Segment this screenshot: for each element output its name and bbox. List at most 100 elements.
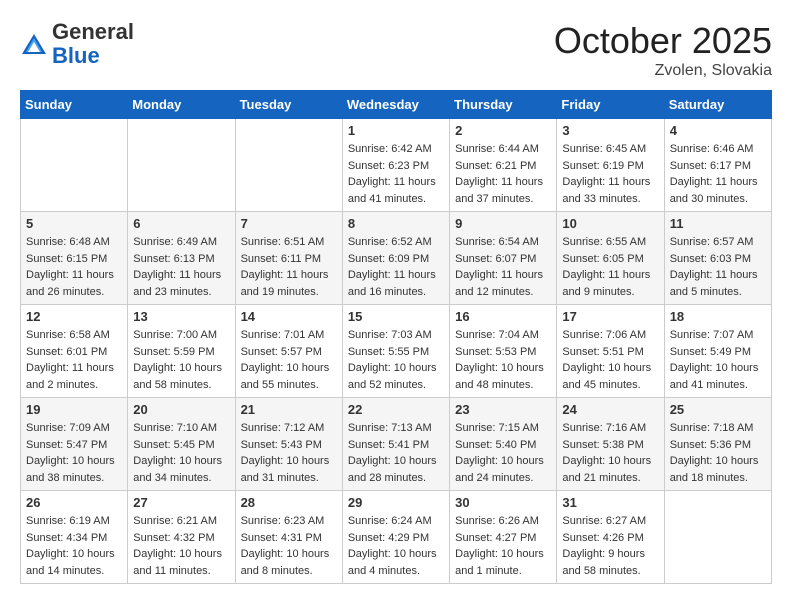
day-cell: 6 Sunrise: 6:49 AM Sunset: 6:13 PM Daylig… — [128, 212, 235, 305]
day-cell: 27 Sunrise: 6:21 AM Sunset: 4:32 PM Dayli… — [128, 491, 235, 584]
day-number: 15 — [348, 309, 444, 324]
day-number: 28 — [241, 495, 337, 510]
logo-general: General — [52, 19, 134, 44]
day-cell: 14 Sunrise: 7:01 AM Sunset: 5:57 PM Dayli… — [235, 305, 342, 398]
week-row-4: 19Sunrise: 7:09 AM Sunset: 5:47 PM Dayli… — [21, 398, 772, 491]
col-header-wednesday: Wednesday — [342, 91, 449, 119]
day-info: Sunrise: 6:48 AM Sunset: 6:15 PM Dayligh… — [26, 234, 122, 300]
day-cell: 10 Sunrise: 6:55 AM Sunset: 6:05 PM Dayli… — [557, 212, 664, 305]
day-info: Sunrise: 7:01 AM Sunset: 5:57 PM Dayligh… — [241, 327, 337, 393]
col-header-sunday: Sunday — [21, 91, 128, 119]
day-info: Sunrise: 6:52 AM Sunset: 6:09 PM Dayligh… — [348, 234, 444, 300]
col-header-friday: Friday — [557, 91, 664, 119]
day-number: 14 — [241, 309, 337, 324]
day-info: Sunrise: 6:19 AM Sunset: 4:34 PM Dayligh… — [26, 513, 122, 579]
day-cell: 17 Sunrise: 7:06 AM Sunset: 5:51 PM Dayli… — [557, 305, 664, 398]
day-number: 17 — [562, 309, 658, 324]
day-info: Sunrise: 6:21 AM Sunset: 4:32 PM Dayligh… — [133, 513, 229, 579]
col-header-monday: Monday — [128, 91, 235, 119]
day-number: 13 — [133, 309, 229, 324]
logo: General Blue — [20, 20, 134, 68]
calendar-header: SundayMondayTuesdayWednesdayThursdayFrid… — [21, 91, 772, 119]
day-cell: 5 Sunrise: 6:48 AM Sunset: 6:15 PM Daylig… — [21, 212, 128, 305]
day-cell: 11 Sunrise: 6:57 AM Sunset: 6:03 PM Dayli… — [664, 212, 771, 305]
day-info: Sunrise: 6:55 AM Sunset: 6:05 PM Dayligh… — [562, 234, 658, 300]
week-row-3: 12 Sunrise: 6:58 AM Sunset: 6:01 PM Dayli… — [21, 305, 772, 398]
day-cell: 19Sunrise: 7:09 AM Sunset: 5:47 PM Dayli… — [21, 398, 128, 491]
page-header: General Blue October 2025 Zvolen, Slovak… — [20, 20, 772, 80]
day-number: 9 — [455, 216, 551, 231]
day-info: Sunrise: 6:45 AM Sunset: 6:19 PM Dayligh… — [562, 141, 658, 207]
day-cell: 13Sunrise: 7:00 AM Sunset: 5:59 PM Dayli… — [128, 305, 235, 398]
day-info: Sunrise: 6:57 AM Sunset: 6:03 PM Dayligh… — [670, 234, 766, 300]
day-cell: 15Sunrise: 7:03 AM Sunset: 5:55 PM Dayli… — [342, 305, 449, 398]
col-header-thursday: Thursday — [450, 91, 557, 119]
day-number: 20 — [133, 402, 229, 417]
day-cell — [235, 119, 342, 212]
day-info: Sunrise: 7:09 AM Sunset: 5:47 PM Dayligh… — [26, 420, 122, 486]
day-number: 5 — [26, 216, 122, 231]
day-info: Sunrise: 6:26 AM Sunset: 4:27 PM Dayligh… — [455, 513, 551, 579]
week-row-2: 5 Sunrise: 6:48 AM Sunset: 6:15 PM Daylig… — [21, 212, 772, 305]
day-number: 24 — [562, 402, 658, 417]
day-info: Sunrise: 6:51 AM Sunset: 6:11 PM Dayligh… — [241, 234, 337, 300]
day-info: Sunrise: 7:12 AM Sunset: 5:43 PM Dayligh… — [241, 420, 337, 486]
day-cell: 31 Sunrise: 6:27 AM Sunset: 4:26 PM Dayli… — [557, 491, 664, 584]
day-info: Sunrise: 6:46 AM Sunset: 6:17 PM Dayligh… — [670, 141, 766, 207]
day-info: Sunrise: 7:07 AM Sunset: 5:49 PM Dayligh… — [670, 327, 766, 393]
day-cell: 26 Sunrise: 6:19 AM Sunset: 4:34 PM Dayli… — [21, 491, 128, 584]
day-info: Sunrise: 6:24 AM Sunset: 4:29 PM Dayligh… — [348, 513, 444, 579]
day-number: 6 — [133, 216, 229, 231]
day-number: 27 — [133, 495, 229, 510]
location: Zvolen, Slovakia — [554, 62, 772, 80]
day-info: Sunrise: 6:58 AM Sunset: 6:01 PM Dayligh… — [26, 327, 122, 393]
day-info: Sunrise: 7:06 AM Sunset: 5:51 PM Dayligh… — [562, 327, 658, 393]
day-cell: 28 Sunrise: 6:23 AM Sunset: 4:31 PM Dayli… — [235, 491, 342, 584]
day-number: 25 — [670, 402, 766, 417]
day-info: Sunrise: 7:04 AM Sunset: 5:53 PM Dayligh… — [455, 327, 551, 393]
day-cell: 4 Sunrise: 6:46 AM Sunset: 6:17 PM Daylig… — [664, 119, 771, 212]
day-info: Sunrise: 6:27 AM Sunset: 4:26 PM Dayligh… — [562, 513, 658, 579]
day-number: 23 — [455, 402, 551, 417]
week-row-1: 1 Sunrise: 6:42 AM Sunset: 6:23 PM Daylig… — [21, 119, 772, 212]
logo-icon — [20, 30, 48, 58]
title-block: October 2025 Zvolen, Slovakia — [554, 20, 772, 80]
day-info: Sunrise: 6:49 AM Sunset: 6:13 PM Dayligh… — [133, 234, 229, 300]
day-cell: 25 Sunrise: 7:18 AM Sunset: 5:36 PM Dayli… — [664, 398, 771, 491]
day-cell — [21, 119, 128, 212]
day-cell: 29Sunrise: 6:24 AM Sunset: 4:29 PM Dayli… — [342, 491, 449, 584]
day-info: Sunrise: 6:23 AM Sunset: 4:31 PM Dayligh… — [241, 513, 337, 579]
day-cell — [128, 119, 235, 212]
day-info: Sunrise: 7:10 AM Sunset: 5:45 PM Dayligh… — [133, 420, 229, 486]
day-info: Sunrise: 7:18 AM Sunset: 5:36 PM Dayligh… — [670, 420, 766, 486]
day-info: Sunrise: 6:42 AM Sunset: 6:23 PM Dayligh… — [348, 141, 444, 207]
day-cell: 8Sunrise: 6:52 AM Sunset: 6:09 PM Daylig… — [342, 212, 449, 305]
day-cell: 1 Sunrise: 6:42 AM Sunset: 6:23 PM Daylig… — [342, 119, 449, 212]
day-number: 31 — [562, 495, 658, 510]
day-number: 22 — [348, 402, 444, 417]
day-number: 18 — [670, 309, 766, 324]
day-number: 16 — [455, 309, 551, 324]
day-number: 26 — [26, 495, 122, 510]
day-info: Sunrise: 7:13 AM Sunset: 5:41 PM Dayligh… — [348, 420, 444, 486]
day-number: 10 — [562, 216, 658, 231]
day-cell: 30Sunrise: 6:26 AM Sunset: 4:27 PM Dayli… — [450, 491, 557, 584]
day-number: 21 — [241, 402, 337, 417]
day-number: 12 — [26, 309, 122, 324]
day-number: 3 — [562, 123, 658, 138]
day-info: Sunrise: 7:15 AM Sunset: 5:40 PM Dayligh… — [455, 420, 551, 486]
day-cell: 20 Sunrise: 7:10 AM Sunset: 5:45 PM Dayli… — [128, 398, 235, 491]
col-header-tuesday: Tuesday — [235, 91, 342, 119]
day-number: 1 — [348, 123, 444, 138]
calendar-table: SundayMondayTuesdayWednesdayThursdayFrid… — [20, 90, 772, 584]
day-cell: 7 Sunrise: 6:51 AM Sunset: 6:11 PM Daylig… — [235, 212, 342, 305]
day-number: 11 — [670, 216, 766, 231]
day-cell: 22 Sunrise: 7:13 AM Sunset: 5:41 PM Dayli… — [342, 398, 449, 491]
day-cell: 9Sunrise: 6:54 AM Sunset: 6:07 PM Daylig… — [450, 212, 557, 305]
day-info: Sunrise: 6:44 AM Sunset: 6:21 PM Dayligh… — [455, 141, 551, 207]
day-number: 7 — [241, 216, 337, 231]
day-cell: 3 Sunrise: 6:45 AM Sunset: 6:19 PM Daylig… — [557, 119, 664, 212]
day-cell: 12 Sunrise: 6:58 AM Sunset: 6:01 PM Dayli… — [21, 305, 128, 398]
day-cell: 24Sunrise: 7:16 AM Sunset: 5:38 PM Dayli… — [557, 398, 664, 491]
day-number: 4 — [670, 123, 766, 138]
